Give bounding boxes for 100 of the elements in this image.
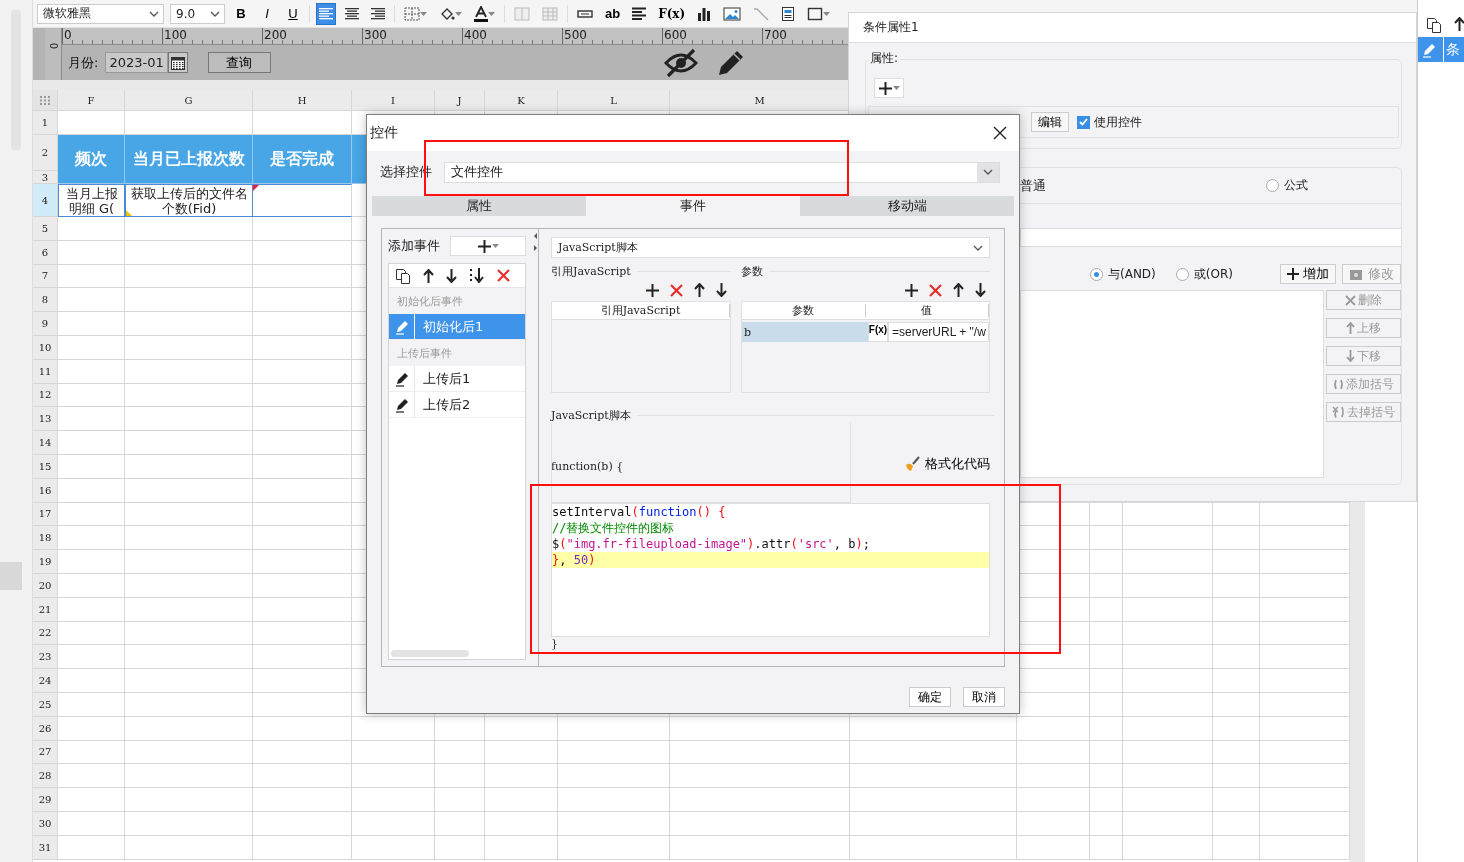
- scrollbar[interactable]: [1350, 502, 1365, 862]
- query-button[interactable]: 查询: [207, 52, 271, 73]
- use-widget-checkbox[interactable]: 使用控件: [1077, 113, 1142, 131]
- calendar-button[interactable]: [167, 52, 188, 73]
- pencil-icon: [393, 318, 410, 335]
- format-button[interactable]: I: [257, 2, 277, 25]
- row-number[interactable]: 16: [33, 478, 58, 503]
- chevron-down-icon: [983, 169, 993, 175]
- column-header[interactable]: H: [253, 90, 352, 111]
- move-down-button[interactable]: [446, 268, 457, 283]
- plus-icon: [477, 239, 491, 253]
- row-number[interactable]: 25: [33, 692, 58, 717]
- row-number[interactable]: 21: [33, 597, 58, 622]
- paragraph-icon: [632, 7, 647, 20]
- text-button[interactable]: ab: [602, 2, 624, 25]
- formula-field[interactable]: [1020, 228, 1402, 247]
- row-number[interactable]: 2: [33, 135, 58, 171]
- row-number[interactable]: 15: [33, 454, 58, 479]
- ruler-label: 0: [48, 41, 58, 51]
- row-number[interactable]: 4: [33, 184, 58, 217]
- delete-icon: [929, 283, 942, 297]
- formula-button[interactable]: F(x): [655, 2, 689, 25]
- add-button[interactable]: [905, 283, 918, 297]
- tab[interactable]: 属性: [372, 196, 586, 216]
- column-header[interactable]: J: [435, 90, 485, 111]
- row-number[interactable]: 1: [33, 111, 58, 135]
- dialog-button[interactable]: 取消: [963, 687, 1005, 707]
- row-number[interactable]: 20: [33, 573, 58, 598]
- row-number[interactable]: 22: [33, 621, 58, 646]
- row-number[interactable]: 23: [33, 645, 58, 670]
- font-size-select[interactable]: 9.0: [170, 3, 225, 24]
- delete-icon: [670, 283, 683, 297]
- row-number[interactable]: 31: [33, 835, 58, 860]
- delete-button[interactable]: [497, 269, 510, 282]
- font-select[interactable]: 微软雅黑: [37, 3, 164, 24]
- arrow-down-icon: [975, 283, 986, 297]
- row-number[interactable]: 6: [33, 240, 58, 265]
- join-radio[interactable]: 与(AND): [1090, 265, 1156, 283]
- add-dropdown-button[interactable]: [874, 78, 904, 98]
- move-down-button[interactable]: [975, 283, 986, 297]
- code-editor[interactable]: setInterval(function() { //替换文件控件的图标 $("img.fr-fileupload-image").attr('src', b); }, 50): [551, 503, 990, 637]
- row-number[interactable]: 13: [33, 407, 58, 432]
- column-header[interactable]: I: [352, 90, 435, 111]
- tab[interactable]: 移动端: [800, 196, 1014, 216]
- dialog-button[interactable]: 确定: [909, 687, 951, 707]
- move-bottom-button[interactable]: [469, 268, 485, 283]
- edit-button[interactable]: 编辑: [1031, 112, 1069, 132]
- row-number[interactable]: 7: [33, 264, 58, 289]
- close-button[interactable]: [991, 124, 1009, 142]
- add-event-button[interactable]: [450, 236, 526, 256]
- column-header: 参数: [742, 304, 866, 317]
- move-up-button[interactable]: [423, 268, 434, 283]
- row-number[interactable]: 8: [33, 288, 58, 313]
- move-up-button[interactable]: [953, 283, 964, 297]
- row-number[interactable]: 17: [33, 502, 58, 527]
- format-code-button[interactable]: 格式化代码: [905, 455, 994, 473]
- row-number[interactable]: 30: [33, 811, 58, 836]
- row-number[interactable]: 27: [33, 740, 58, 765]
- row-number[interactable]: 28: [33, 764, 58, 789]
- row-number[interactable]: 9: [33, 312, 58, 336]
- row-number[interactable]: 19: [33, 550, 58, 574]
- action-select[interactable]: JavaScript脚本: [551, 237, 990, 258]
- check-icon: [1079, 118, 1088, 126]
- formula-radio[interactable]: 公式: [1266, 177, 1308, 194]
- image-icon: [723, 6, 742, 21]
- widget-select[interactable]: 文件控件: [444, 161, 1000, 183]
- row-number[interactable]: 5: [33, 217, 58, 241]
- add-button[interactable]: [646, 283, 659, 297]
- column-header[interactable]: K: [485, 90, 558, 111]
- column-header[interactable]: M: [670, 90, 850, 111]
- arrow-up-icon: [1454, 17, 1464, 31]
- row-number[interactable]: 18: [33, 526, 58, 551]
- column-header[interactable]: L: [558, 90, 670, 111]
- delete-button[interactable]: [929, 283, 942, 297]
- scrollbar-thumb[interactable]: [391, 650, 469, 657]
- month-field[interactable]: 2023-01: [105, 52, 168, 73]
- row-number[interactable]: 3: [33, 171, 58, 184]
- move-down-button[interactable]: [716, 283, 727, 297]
- row-number[interactable]: 14: [33, 431, 58, 455]
- column-header[interactable]: G: [125, 90, 253, 111]
- event-item[interactable]: 上传后2: [389, 392, 525, 418]
- row-number[interactable]: 24: [33, 669, 58, 693]
- join-radio[interactable]: 或(OR): [1175, 265, 1233, 283]
- row-number[interactable]: 26: [33, 716, 58, 741]
- format-button[interactable]: B: [231, 2, 251, 25]
- delete-button[interactable]: [670, 283, 683, 297]
- event-item[interactable]: 上传后1: [389, 366, 525, 392]
- row-number[interactable]: 29: [33, 788, 58, 812]
- copy-button[interactable]: [395, 267, 411, 284]
- bar-chart-icon: [697, 6, 712, 21]
- row-number[interactable]: 10: [33, 336, 58, 360]
- add-button[interactable]: 增加: [1280, 264, 1336, 284]
- formula-button[interactable]: F(x): [868, 322, 888, 342]
- calendar-icon: [170, 55, 185, 70]
- format-button[interactable]: U: [283, 2, 303, 25]
- move-up-button[interactable]: [694, 283, 705, 297]
- row-number[interactable]: 12: [33, 383, 58, 408]
- column-header[interactable]: F: [58, 90, 125, 111]
- row-number[interactable]: 11: [33, 359, 58, 384]
- plus-icon: [1287, 268, 1299, 280]
